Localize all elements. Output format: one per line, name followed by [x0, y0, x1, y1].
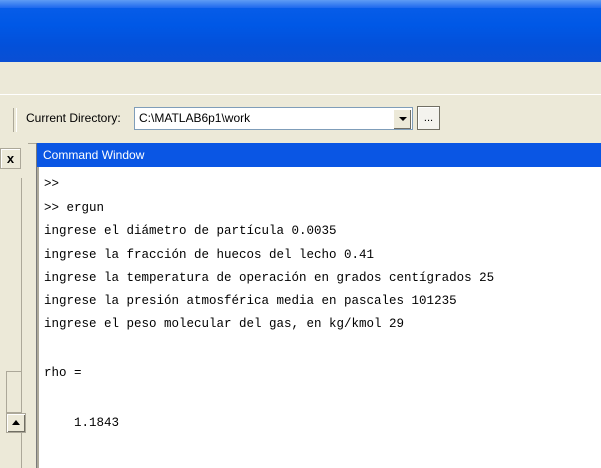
title-bar-sheen: [0, 0, 601, 8]
menu-bar: [0, 62, 601, 95]
left-dock-panel: x: [0, 143, 28, 468]
command-window[interactable]: Command Window >> >> ergun ingrese el di…: [36, 143, 601, 468]
command-line: ingrese el peso molecular del gas, en kg…: [44, 317, 405, 331]
command-window-title: Command Window: [37, 143, 601, 167]
toolbar: Current Directory: C:\MATLAB6p1\work ...: [0, 94, 601, 144]
command-line: ingrese la fracción de huecos del lecho …: [44, 248, 375, 262]
toolbar-separator: [13, 108, 17, 132]
command-line: ingrese el diámetro de partícula 0.0035: [44, 224, 337, 238]
current-directory-combobox[interactable]: C:\MATLAB6p1\work: [134, 107, 413, 130]
command-line: ingrese la presión atmosférica media en …: [44, 294, 457, 308]
command-line: ingrese la temperatura de operación en g…: [44, 271, 495, 285]
command-window-body[interactable]: >> >> ergun ingrese el diámetro de partí…: [37, 167, 601, 468]
current-directory-value[interactable]: C:\MATLAB6p1\work: [139, 111, 250, 125]
command-line: rho =: [44, 366, 82, 380]
window-title-bar[interactable]: [0, 0, 601, 62]
arrow-up-icon: [12, 420, 20, 425]
command-line: >>: [44, 177, 60, 191]
scrollbar-track[interactable]: [6, 371, 22, 413]
browse-directory-button[interactable]: ...: [417, 106, 440, 130]
dropdown-button[interactable]: [393, 109, 411, 129]
close-icon[interactable]: x: [0, 148, 21, 169]
current-directory-label: Current Directory:: [26, 111, 121, 125]
command-line: >> ergun: [44, 201, 105, 215]
chevron-down-icon: [399, 117, 407, 121]
command-line: 1.1843: [44, 416, 120, 430]
scroll-up-button[interactable]: [6, 413, 26, 433]
